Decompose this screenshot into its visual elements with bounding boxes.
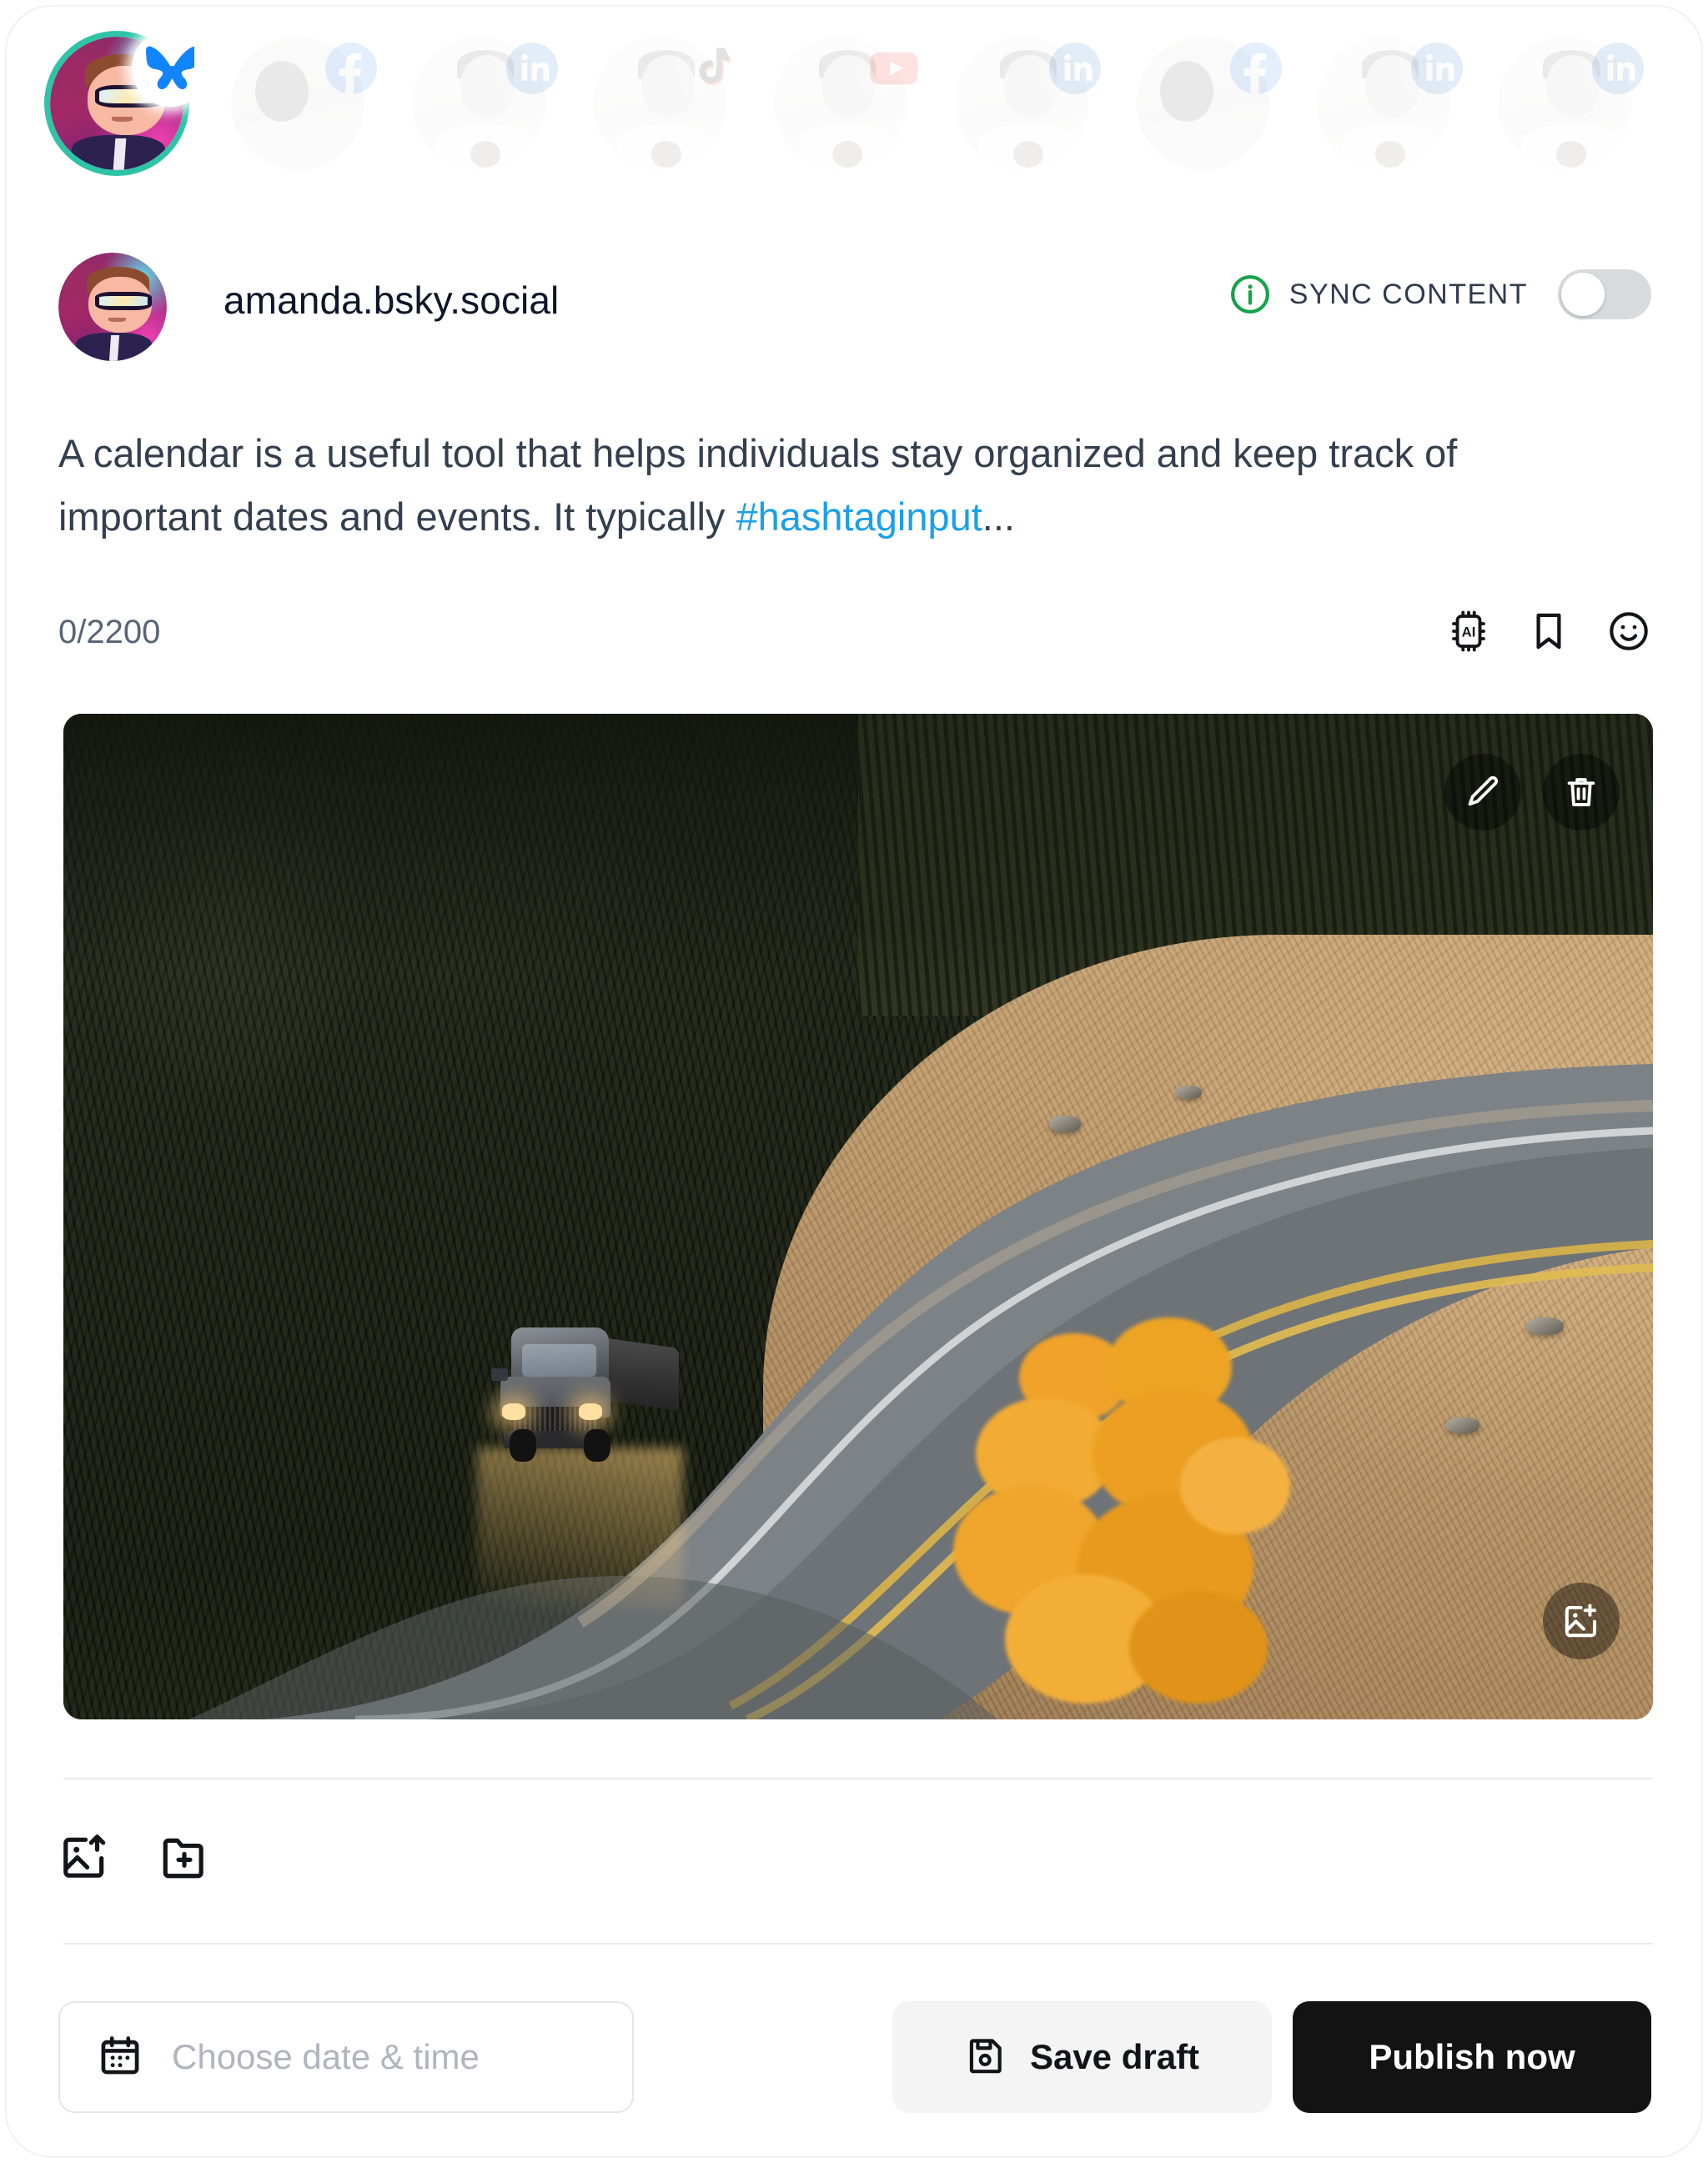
- composer-counter-row: 0/2200 AI: [58, 609, 1651, 660]
- linkedin-icon: [1580, 30, 1656, 107]
- account-chip-youtube[interactable]: [774, 30, 932, 170]
- connected-accounts-strip: [7, 30, 1701, 195]
- save-draft-button[interactable]: Save draft: [892, 2001, 1272, 2113]
- account-chip-tiktok[interactable]: [593, 30, 751, 170]
- character-counter: 0/2200: [58, 614, 161, 650]
- account-chip-facebook-2[interactable]: [1136, 30, 1294, 170]
- media-preview[interactable]: [63, 714, 1653, 1719]
- account-header: amanda.bsky.social SYNC CONTENT: [58, 253, 1651, 361]
- avatar[interactable]: [58, 253, 167, 361]
- date-time-picker[interactable]: Choose date & time: [58, 2001, 634, 2113]
- date-time-placeholder: Choose date & time: [172, 2037, 480, 2076]
- account-chip-linkedin-4[interactable]: [1498, 30, 1656, 170]
- linkedin-icon: [1399, 30, 1475, 107]
- youtube-icon: [856, 30, 932, 107]
- post-text[interactable]: A calendar is a useful tool that helps i…: [58, 422, 1585, 549]
- floppy-disk-icon: [965, 2035, 1007, 2080]
- hashtag-token[interactable]: #hashtaginput: [736, 494, 982, 539]
- road-region: [63, 714, 1653, 1719]
- pickup-truck: [491, 1322, 679, 1463]
- footer-actions: Choose date & time Save draft Publish no…: [58, 2001, 1651, 2113]
- calendar-icon: [97, 2032, 143, 2083]
- edit-media-button[interactable]: [1444, 754, 1521, 831]
- svg-text:AI: AI: [1462, 624, 1476, 640]
- divider: [63, 1943, 1653, 1945]
- butterfly-icon: [132, 30, 208, 107]
- account-chip-facebook[interactable]: [231, 30, 389, 170]
- publish-now-button[interactable]: Publish now: [1293, 2001, 1651, 2113]
- sync-content-toggle[interactable]: [1558, 269, 1651, 319]
- sync-content-control: SYNC CONTENT: [1229, 269, 1651, 319]
- headlight-reflection: [476, 1448, 684, 1609]
- save-draft-label: Save draft: [1029, 2037, 1200, 2076]
- info-circle-icon[interactable]: [1229, 274, 1271, 315]
- bookmark-icon[interactable]: [1526, 609, 1571, 654]
- linkedin-icon: [1037, 30, 1113, 107]
- publish-now-label: Publish now: [1369, 2037, 1575, 2076]
- account-handle: amanda.bsky.social: [224, 279, 560, 322]
- add-media-button[interactable]: [1543, 1583, 1620, 1659]
- composer-card: amanda.bsky.social SYNC CONTENT A calend…: [7, 7, 1701, 2156]
- linkedin-icon: [494, 30, 570, 107]
- composer-toolbar: [58, 1831, 210, 1883]
- facebook-icon: [1218, 30, 1294, 107]
- autumn-tree: [953, 1317, 1319, 1719]
- account-chip-bluesky[interactable]: [50, 30, 208, 170]
- folder-plus-icon[interactable]: [158, 1831, 210, 1883]
- image-upload-icon[interactable]: [58, 1831, 110, 1883]
- sync-content-label: SYNC CONTENT: [1289, 278, 1528, 310]
- account-chip-linkedin-3[interactable]: [1317, 30, 1475, 170]
- tiktok-icon: [675, 30, 751, 107]
- facebook-icon: [313, 30, 389, 107]
- ai-chip-icon[interactable]: AI: [1446, 609, 1491, 654]
- divider: [63, 1778, 1653, 1779]
- delete-media-button[interactable]: [1543, 754, 1620, 831]
- emoji-icon[interactable]: [1606, 609, 1651, 654]
- text-ellipsis: ...: [982, 494, 1015, 539]
- account-chip-linkedin-1[interactable]: [412, 30, 570, 170]
- account-chip-linkedin-2[interactable]: [955, 30, 1113, 170]
